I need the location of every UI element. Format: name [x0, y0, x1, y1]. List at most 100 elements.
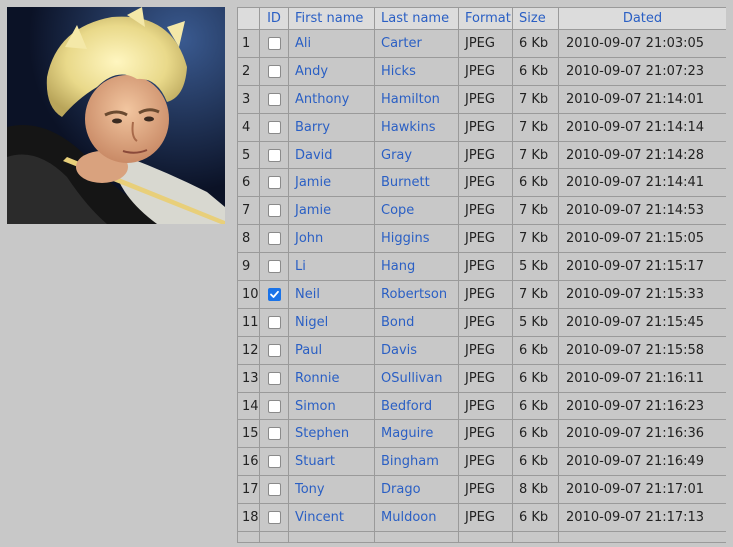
column-header-size[interactable]: Size [512, 7, 559, 30]
first-name-cell[interactable]: Ronnie [288, 363, 375, 393]
last-name-cell[interactable]: Drago [374, 475, 459, 505]
row-checkbox[interactable] [267, 511, 281, 525]
first-name-cell[interactable]: Vincent [288, 503, 375, 533]
first-name-cell[interactable]: Anthony [288, 84, 375, 114]
row-checkbox-cell[interactable] [259, 475, 289, 505]
row-checkbox[interactable] [267, 148, 281, 162]
table-row[interactable]: 3 Anthony Hamilton JPEG 7 Kb 2010-09-07 21:14… [237, 84, 726, 114]
row-checkbox-cell[interactable] [259, 307, 289, 337]
row-checkbox-cell[interactable] [259, 335, 289, 365]
last-name-cell[interactable]: Bond [374, 307, 459, 337]
dated-cell: 2010-09-07 21:16:11 [558, 363, 726, 393]
row-checkbox[interactable] [267, 399, 281, 413]
row-checkbox[interactable] [267, 260, 281, 274]
first-name-cell[interactable]: Simon [288, 391, 375, 421]
row-checkbox[interactable] [267, 232, 281, 246]
row-checkbox-cell[interactable] [259, 29, 289, 58]
first-name-cell[interactable]: Andy [288, 56, 375, 86]
last-name-cell[interactable]: Hang [374, 252, 459, 282]
first-name-cell[interactable]: Ali [288, 29, 375, 58]
row-checkbox-cell[interactable] [259, 419, 289, 449]
row-checkbox[interactable] [267, 371, 281, 385]
row-checkbox-cell[interactable] [259, 447, 289, 477]
last-name-cell[interactable]: Hicks [374, 56, 459, 86]
row-checkbox[interactable] [267, 427, 281, 441]
first-name-cell[interactable]: John [288, 224, 375, 254]
table-row[interactable]: 7 Jamie Cope JPEG 7 Kb 2010-09-07 21:14:53 [237, 196, 726, 226]
last-name-cell[interactable]: OSullivan [374, 363, 459, 393]
first-name-cell[interactable]: Paul [288, 335, 375, 365]
row-checkbox-cell[interactable] [259, 224, 289, 254]
row-checkbox[interactable] [267, 120, 281, 134]
last-name-cell[interactable]: Bedford [374, 391, 459, 421]
row-checkbox-cell[interactable] [259, 503, 289, 533]
row-checkbox[interactable] [267, 287, 281, 301]
first-name-cell[interactable]: Nigel [288, 307, 375, 337]
table-row[interactable]: 10 Neil Robertson JPEG 7 Kb 2010-09-07 21:15:… [237, 280, 726, 309]
table-row[interactable]: 14 Simon Bedford JPEG 6 Kb 2010-09-07 21:16:2… [237, 391, 726, 421]
table-row[interactable]: 8 John Higgins JPEG 7 Kb 2010-09-07 21:15:05 [237, 224, 726, 254]
column-header-id[interactable]: ID [259, 7, 289, 30]
column-header-last-name[interactable]: Last name [374, 7, 459, 30]
last-name-cell[interactable]: Muldoon [374, 503, 459, 533]
first-name-cell[interactable]: Neil [288, 280, 375, 309]
row-checkbox[interactable] [267, 455, 281, 469]
last-name-cell[interactable]: Higgins [374, 224, 459, 254]
row-checkbox-cell[interactable] [259, 140, 289, 170]
table-row[interactable]: 1 Ali Carter JPEG 6 Kb 2010-09-07 21:03:05 [237, 29, 726, 58]
last-name-cell[interactable]: Maguire [374, 419, 459, 449]
last-name-cell[interactable]: Hamilton [374, 84, 459, 114]
table-row[interactable]: 13 Ronnie OSullivan JPEG 6 Kb 2010-09-07 21:1… [237, 363, 726, 393]
row-checkbox[interactable] [267, 483, 281, 497]
table-row[interactable]: 2 Andy Hicks JPEG 6 Kb 2010-09-07 21:07:23 [237, 56, 726, 86]
first-name-cell[interactable]: Tony [288, 475, 375, 505]
row-checkbox[interactable] [267, 64, 281, 78]
table-row[interactable]: 5 David Gray JPEG 7 Kb 2010-09-07 21:14:28 [237, 140, 726, 170]
row-checkbox-cell[interactable] [259, 56, 289, 86]
last-name-cell[interactable]: Bingham [374, 447, 459, 477]
column-header-dated[interactable]: Dated [558, 7, 726, 30]
row-checkbox-cell[interactable] [259, 280, 289, 309]
first-name-cell[interactable]: Barry [288, 112, 375, 142]
row-checkbox-cell[interactable] [259, 112, 289, 142]
format-cell: JPEG [458, 280, 513, 309]
row-checkbox[interactable] [267, 92, 281, 106]
last-name-cell[interactable]: Burnett [374, 168, 459, 198]
table-row[interactable]: 4 Barry Hawkins JPEG 7 Kb 2010-09-07 21:14:14 [237, 112, 726, 142]
row-checkbox-cell[interactable] [259, 252, 289, 282]
row-checkbox-cell[interactable] [259, 196, 289, 226]
row-checkbox[interactable] [267, 204, 281, 218]
row-checkbox-cell[interactable] [259, 84, 289, 114]
table-row[interactable]: 11 Nigel Bond JPEG 5 Kb 2010-09-07 21:15:45 [237, 307, 726, 337]
last-name-cell[interactable]: Davis [374, 335, 459, 365]
last-name-cell[interactable]: Gray [374, 140, 459, 170]
row-checkbox-cell[interactable] [259, 363, 289, 393]
table-row[interactable]: 15 Stephen Maguire JPEG 6 Kb 2010-09-07 21:16… [237, 419, 726, 449]
last-name-cell[interactable]: Cope [374, 196, 459, 226]
first-name-cell[interactable]: Stuart [288, 447, 375, 477]
column-header-format[interactable]: Format [458, 7, 513, 30]
table-row[interactable]: 16 Stuart Bingham JPEG 6 Kb 2010-09-07 21:16:… [237, 447, 726, 477]
column-header-first-name[interactable]: First name [288, 7, 375, 30]
row-number: 10 [237, 280, 260, 309]
row-checkbox-cell[interactable] [259, 168, 289, 198]
row-checkbox[interactable] [267, 176, 281, 190]
row-checkbox[interactable] [267, 36, 281, 50]
row-checkbox[interactable] [267, 343, 281, 357]
last-name-cell[interactable]: Robertson [374, 280, 459, 309]
first-name-cell[interactable]: Jamie [288, 168, 375, 198]
table-row[interactable]: 17 Tony Drago JPEG 8 Kb 2010-09-07 21:17:01 [237, 475, 726, 505]
table-row[interactable]: 12 Paul Davis JPEG 6 Kb 2010-09-07 21:15:58 [237, 335, 726, 365]
row-checkbox-cell[interactable] [259, 391, 289, 421]
row-checkbox[interactable] [267, 315, 281, 329]
first-name-cell[interactable]: Li [288, 252, 375, 282]
last-name-cell[interactable]: Hawkins [374, 112, 459, 142]
table-row[interactable]: 9 Li Hang JPEG 5 Kb 2010-09-07 21:15:17 [237, 252, 726, 282]
first-name-cell[interactable]: Jamie [288, 196, 375, 226]
size-cell: 7 Kb [512, 280, 559, 309]
first-name-cell[interactable]: David [288, 140, 375, 170]
table-row[interactable]: 6 Jamie Burnett JPEG 6 Kb 2010-09-07 21:14:41 [237, 168, 726, 198]
table-row[interactable]: 18 Vincent Muldoon JPEG 6 Kb 2010-09-07 21:17… [237, 503, 726, 533]
first-name-cell[interactable]: Stephen [288, 419, 375, 449]
last-name-cell[interactable]: Carter [374, 29, 459, 58]
